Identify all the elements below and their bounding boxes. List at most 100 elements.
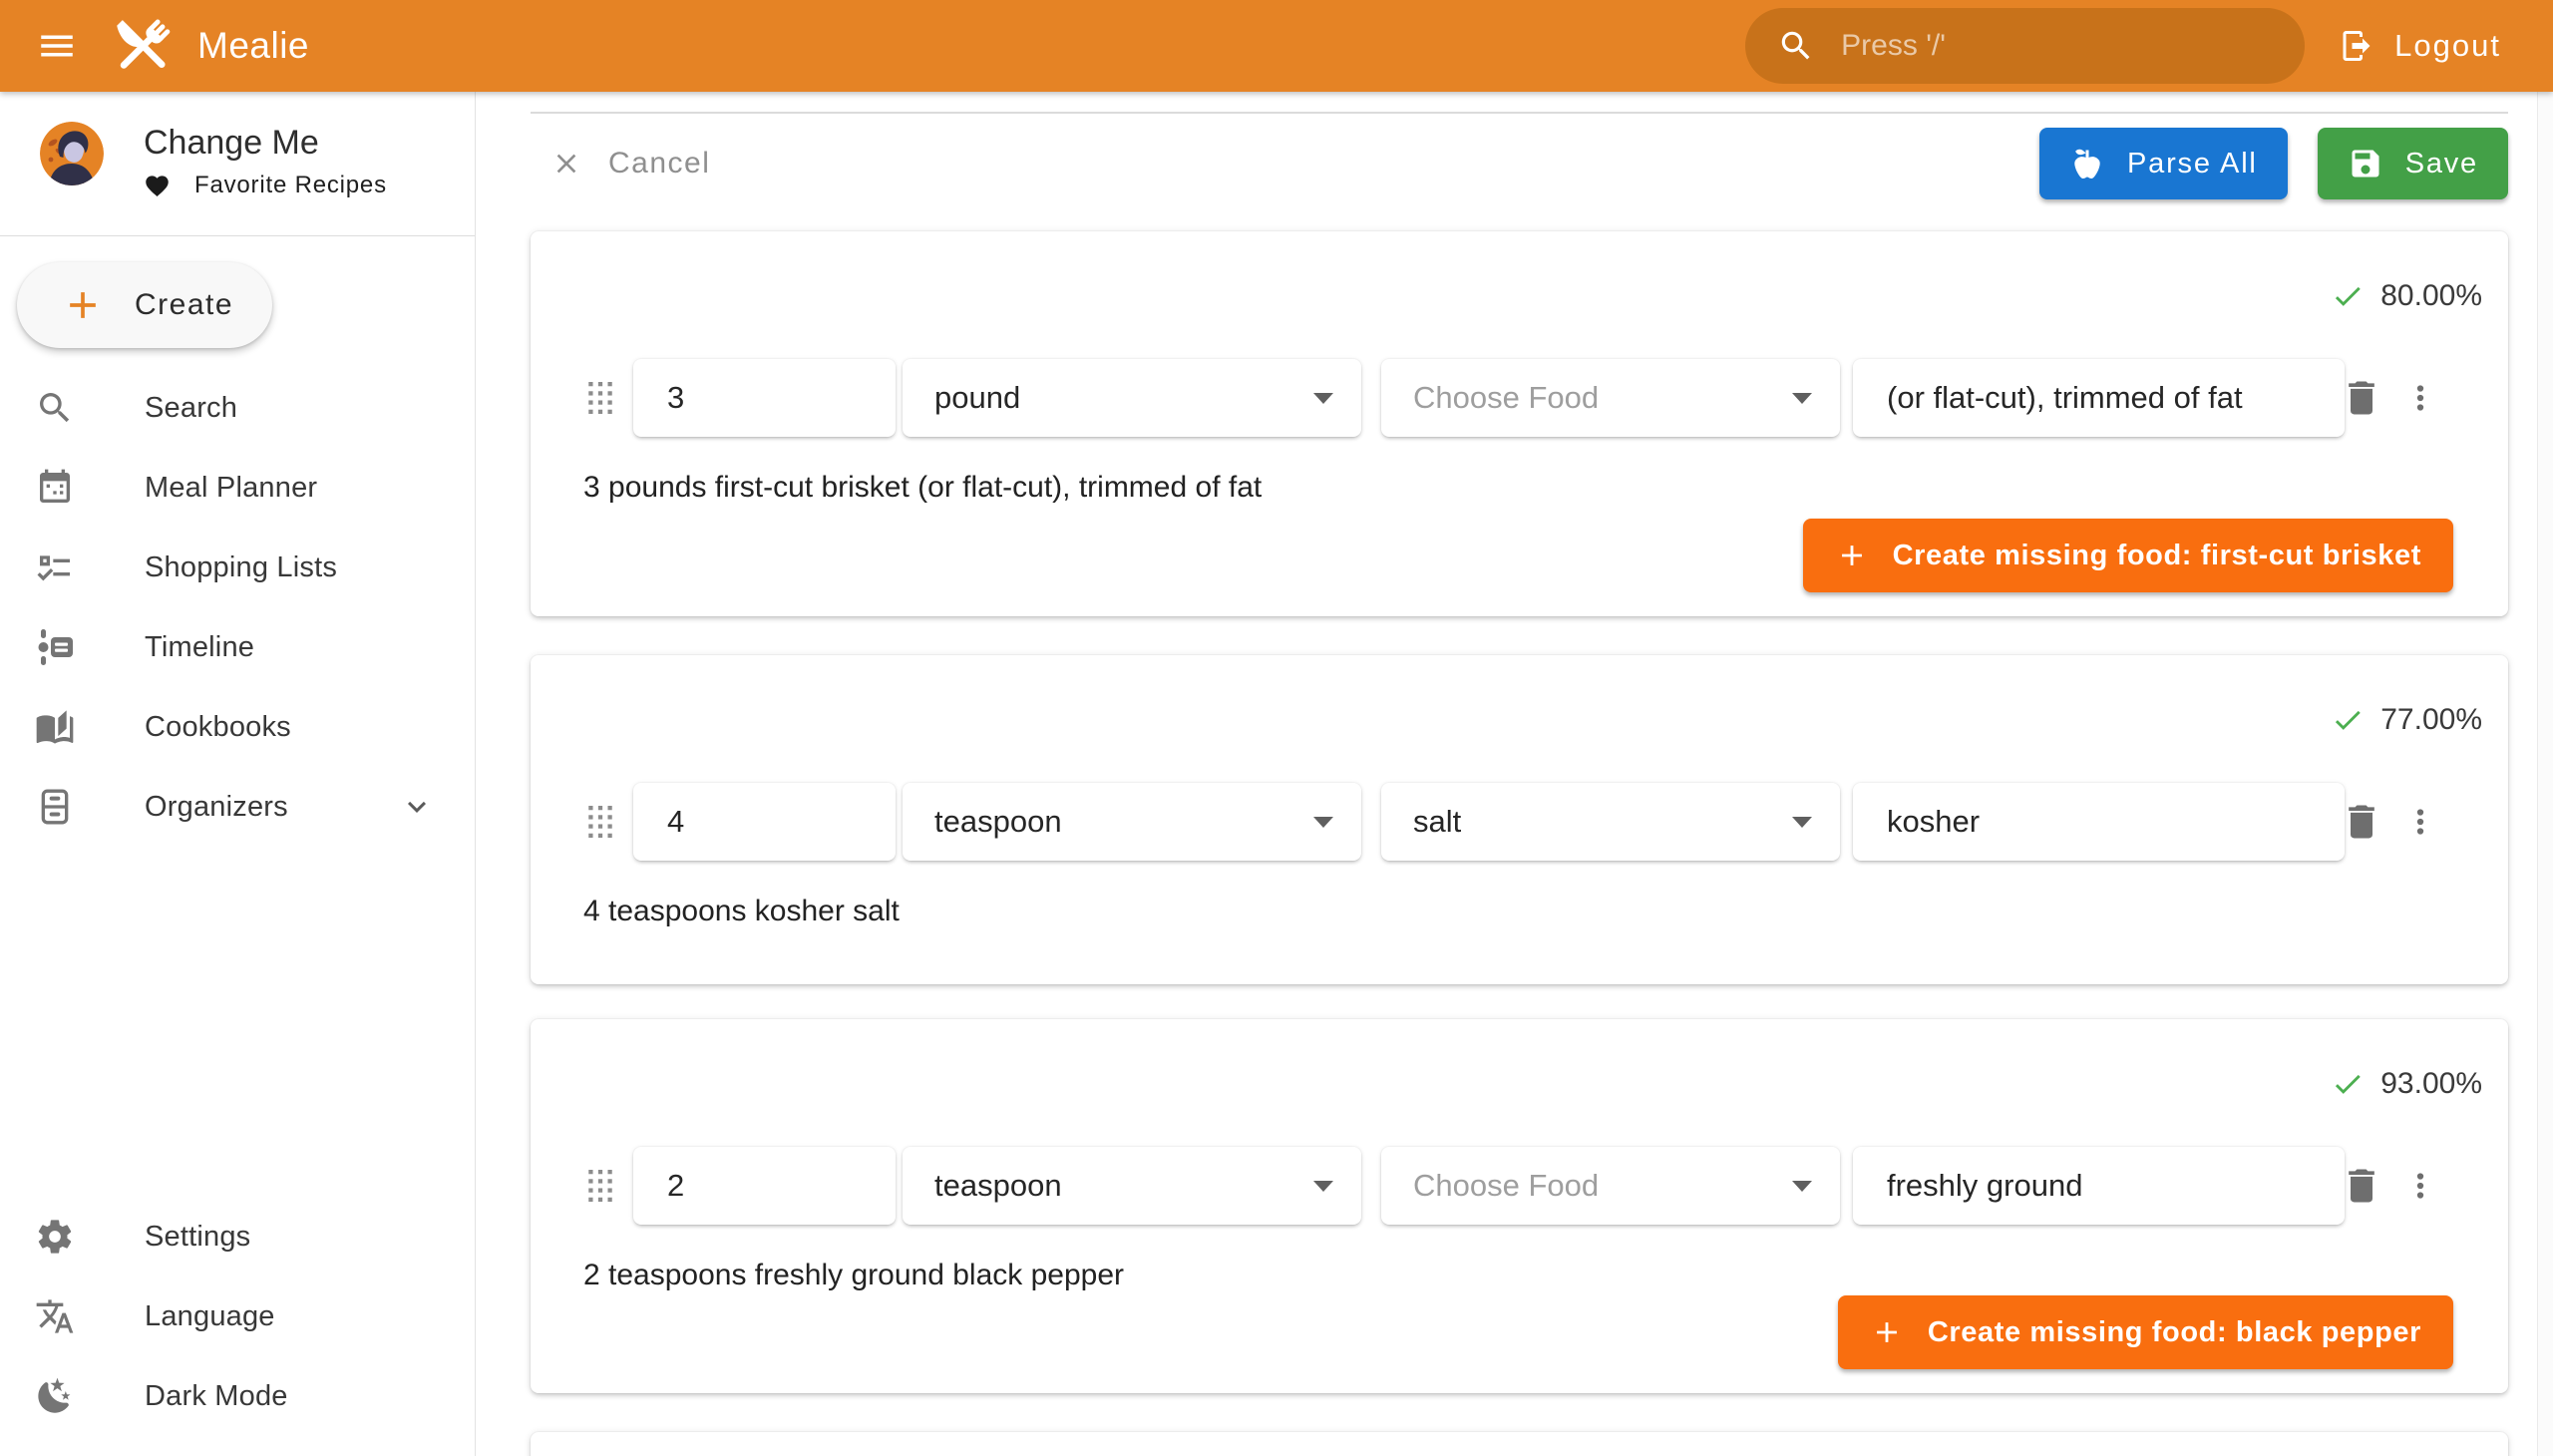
confidence-value: 80.00% — [2380, 279, 2482, 313]
kebab-icon — [2401, 1167, 2439, 1205]
create-missing-food-label: Create missing food: first-cut brisket — [1893, 540, 2421, 572]
sidebar-item-label: Settings — [145, 1221, 250, 1254]
scrollbar[interactable] — [2537, 92, 2553, 1456]
save-icon — [2348, 146, 2383, 182]
app-root: Mealie Press '/' Logout — [0, 0, 2553, 1456]
food-select[interactable]: Choose Food — [1381, 1147, 1840, 1225]
dropdown-caret-icon — [1313, 1181, 1333, 1192]
sidebar-item-label: Organizers — [145, 791, 288, 824]
search-input[interactable]: Press '/' — [1745, 8, 2305, 84]
sidebar-item-organizers[interactable]: Organizers — [0, 767, 475, 847]
sidebar-item-settings[interactable]: Settings — [0, 1197, 475, 1276]
check-icon — [2331, 279, 2365, 313]
ingredient-fields-row: pound Choose Food — [531, 359, 2508, 437]
dropdown-caret-icon — [1792, 817, 1812, 828]
create-missing-food-label: Create missing food: black pepper — [1928, 1316, 2421, 1349]
sidebar-item-search[interactable]: Search — [0, 368, 475, 448]
sidebar-item-meal-planner[interactable]: Meal Planner — [0, 448, 475, 528]
ingredient-menu-button[interactable] — [2401, 803, 2439, 841]
sidebar-item-label: Timeline — [145, 631, 254, 664]
cancel-label: Cancel — [608, 147, 710, 181]
original-ingredient-text: 3 pounds first-cut brisket (or flat-cut)… — [583, 471, 1262, 505]
silverware-logo-icon[interactable] — [108, 12, 176, 80]
confidence-indicator: 80.00% — [2331, 279, 2482, 313]
translate-icon — [35, 1296, 75, 1336]
search-icon — [1777, 27, 1815, 65]
logout-icon — [2339, 28, 2374, 64]
dropdown-caret-icon — [1313, 393, 1333, 404]
apple-icon — [2069, 146, 2105, 182]
book-open-icon — [35, 707, 75, 747]
ingredient-menu-button[interactable] — [2401, 1167, 2439, 1205]
food-placeholder: Choose Food — [1413, 380, 1599, 416]
plus-icon — [61, 283, 105, 327]
parser-toolbar: Cancel Parse All Save — [531, 128, 2508, 199]
sidebar-item-cookbooks[interactable]: Cookbooks — [0, 687, 475, 767]
save-button[interactable]: Save — [2318, 128, 2508, 199]
logout-label: Logout — [2394, 28, 2501, 64]
ingredient-menu-button[interactable] — [2401, 379, 2439, 417]
main-content: Cancel Parse All Save 80.00% — [476, 92, 2553, 1456]
quantity-input[interactable] — [633, 359, 896, 437]
ingredient-fields-row: teaspoon salt — [531, 783, 2508, 861]
create-missing-food-button[interactable]: Create missing food: black pepper — [1838, 1295, 2453, 1369]
user-name: Change Me — [144, 122, 387, 164]
magnify-icon — [35, 388, 75, 428]
original-ingredient-text: 2 teaspoons freshly ground black pepper — [583, 1259, 1124, 1292]
drag-handle-icon[interactable] — [588, 382, 612, 414]
create-label: Create — [135, 288, 233, 322]
logout-button[interactable]: Logout — [2339, 28, 2501, 64]
quantity-input[interactable] — [633, 783, 896, 861]
ingredient-card-partial — [531, 1432, 2508, 1456]
create-button[interactable]: Create — [17, 262, 272, 348]
favorite-recipes-link[interactable]: Favorite Recipes — [144, 172, 387, 199]
file-cabinet-icon — [35, 787, 75, 827]
delete-ingredient-button[interactable] — [2340, 376, 2383, 420]
original-ingredient-text: 4 teaspoons kosher salt — [583, 895, 900, 928]
parse-all-button[interactable]: Parse All — [2039, 128, 2288, 199]
sidebar-item-language[interactable]: Language — [0, 1276, 475, 1356]
drag-handle-icon[interactable] — [588, 1170, 612, 1202]
note-input[interactable] — [1853, 359, 2345, 437]
food-placeholder: Choose Food — [1413, 1168, 1599, 1204]
moon-stars-icon — [35, 1376, 75, 1416]
drag-handle-icon[interactable] — [588, 806, 612, 838]
plus-icon — [1835, 539, 1869, 572]
parse-all-label: Parse All — [2127, 148, 2258, 181]
sidebar-item-shopping-lists[interactable]: Shopping Lists — [0, 528, 475, 607]
sidebar-item-dark-mode[interactable]: Dark Mode — [0, 1356, 475, 1436]
note-input[interactable] — [1853, 783, 2345, 861]
sidebar-item-timeline[interactable]: Timeline — [0, 607, 475, 687]
delete-ingredient-button[interactable] — [2340, 1164, 2383, 1208]
food-select[interactable]: Choose Food — [1381, 359, 1840, 437]
check-icon — [2331, 703, 2365, 737]
trash-icon — [2340, 800, 2383, 844]
trash-icon — [2340, 376, 2383, 420]
search-placeholder: Press '/' — [1841, 29, 1946, 63]
delete-ingredient-button[interactable] — [2340, 800, 2383, 844]
unit-select[interactable]: teaspoon — [903, 1147, 1361, 1225]
create-missing-food-button[interactable]: Create missing food: first-cut brisket — [1803, 519, 2453, 592]
food-select[interactable]: salt — [1381, 783, 1840, 861]
unit-select[interactable]: pound — [903, 359, 1361, 437]
sidebar-item-label: Shopping Lists — [145, 551, 337, 584]
food-value: salt — [1413, 804, 1461, 840]
menu-icon[interactable] — [36, 25, 78, 67]
unit-select[interactable]: teaspoon — [903, 783, 1361, 861]
chevron-down-icon[interactable] — [399, 789, 435, 825]
ingredient-card: 77.00% teaspoon salt — [531, 655, 2508, 984]
unit-value: teaspoon — [934, 1168, 1062, 1204]
ingredient-card: 93.00% teaspoon Choose Food — [531, 1019, 2508, 1393]
unit-value: teaspoon — [934, 804, 1062, 840]
save-label: Save — [2405, 148, 2478, 181]
dropdown-caret-icon — [1792, 393, 1812, 404]
list-checks-icon — [35, 547, 75, 587]
avatar[interactable] — [40, 122, 104, 185]
user-block: Change Me Favorite Recipes — [40, 122, 445, 199]
note-input[interactable] — [1853, 1147, 2345, 1225]
cancel-button[interactable]: Cancel — [550, 147, 710, 181]
kebab-icon — [2401, 803, 2439, 841]
quantity-input[interactable] — [633, 1147, 896, 1225]
dropdown-caret-icon — [1792, 1181, 1812, 1192]
sidebar-divider — [0, 235, 475, 236]
